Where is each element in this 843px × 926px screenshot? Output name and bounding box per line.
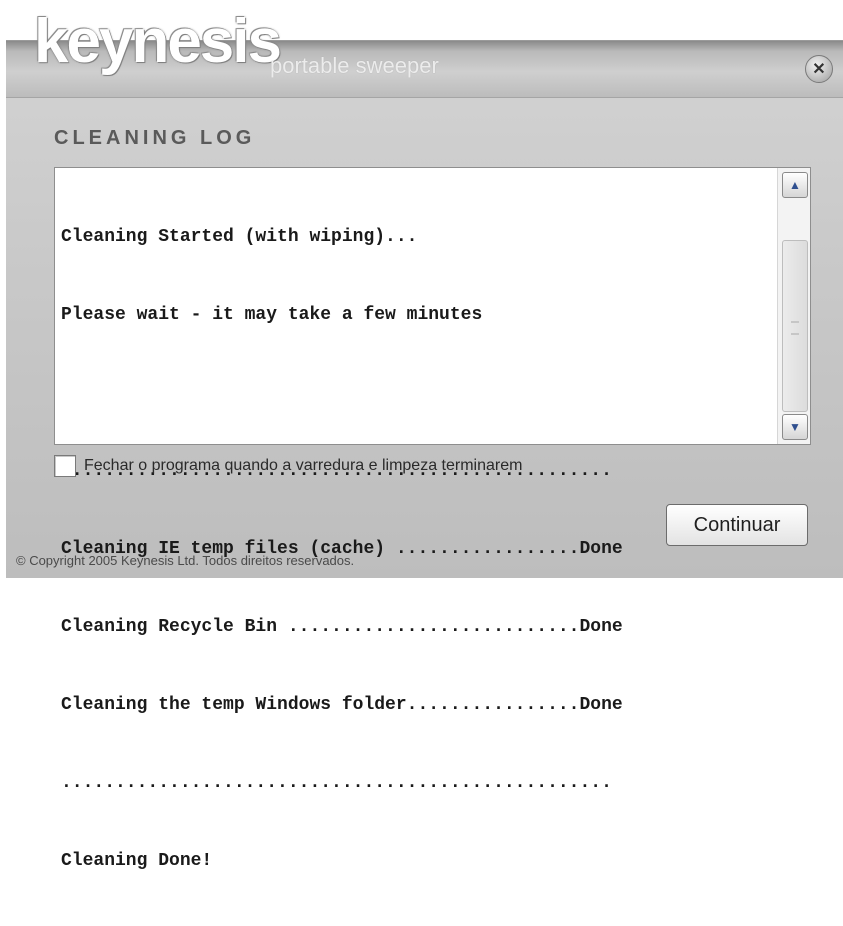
log-line: Cleaning Recycle Bin ...................…	[61, 617, 623, 637]
log-line: Cleaning the temp Windows folder........…	[61, 695, 623, 715]
app-window: keynesis portable sweeper ✕ CLEANING LOG…	[6, 11, 843, 871]
close-when-done-checkbox[interactable]	[54, 455, 76, 477]
chevron-down-icon: ▼	[789, 420, 801, 434]
log-line: Cleaning Done!	[61, 851, 213, 871]
log-line: Cleaning Started (with wiping)...	[61, 227, 418, 247]
scroll-thumb[interactable]	[782, 240, 808, 412]
log-line: Please wait - it may take a few minutes	[61, 305, 483, 325]
log-scrollbar[interactable]: ▲ ▼	[777, 168, 810, 444]
cleaning-log-title: CLEANING LOG	[54, 127, 256, 149]
log-line: ........................................…	[61, 773, 612, 793]
close-button[interactable]: ✕	[805, 55, 833, 83]
app-subtitle: portable sweeper	[270, 53, 439, 78]
title-bar: keynesis portable sweeper ✕	[6, 11, 843, 98]
log-spacer	[61, 380, 781, 406]
copyright-text: © Copyright 2005 Keynesis Ltd. Todos dir…	[16, 553, 355, 568]
scroll-up-button[interactable]: ▲	[782, 172, 808, 198]
close-icon: ✕	[812, 61, 826, 78]
chevron-up-icon: ▲	[789, 178, 801, 192]
cleaning-log-box[interactable]: Cleaning Started (with wiping)... Please…	[54, 167, 811, 871]
log-lines: Cleaning Started (with wiping)... Please…	[61, 172, 781, 926]
scroll-down-button[interactable]: ▼	[782, 414, 808, 440]
close-when-done-label[interactable]: Fechar o programa quando a varredura e l…	[84, 457, 522, 475]
close-when-done-option[interactable]: Fechar o programa quando a varredura e l…	[54, 455, 522, 477]
grip-icon	[791, 321, 799, 335]
keynesis-logo: keynesis	[34, 7, 282, 76]
continue-button[interactable]: Continuar	[666, 504, 808, 546]
